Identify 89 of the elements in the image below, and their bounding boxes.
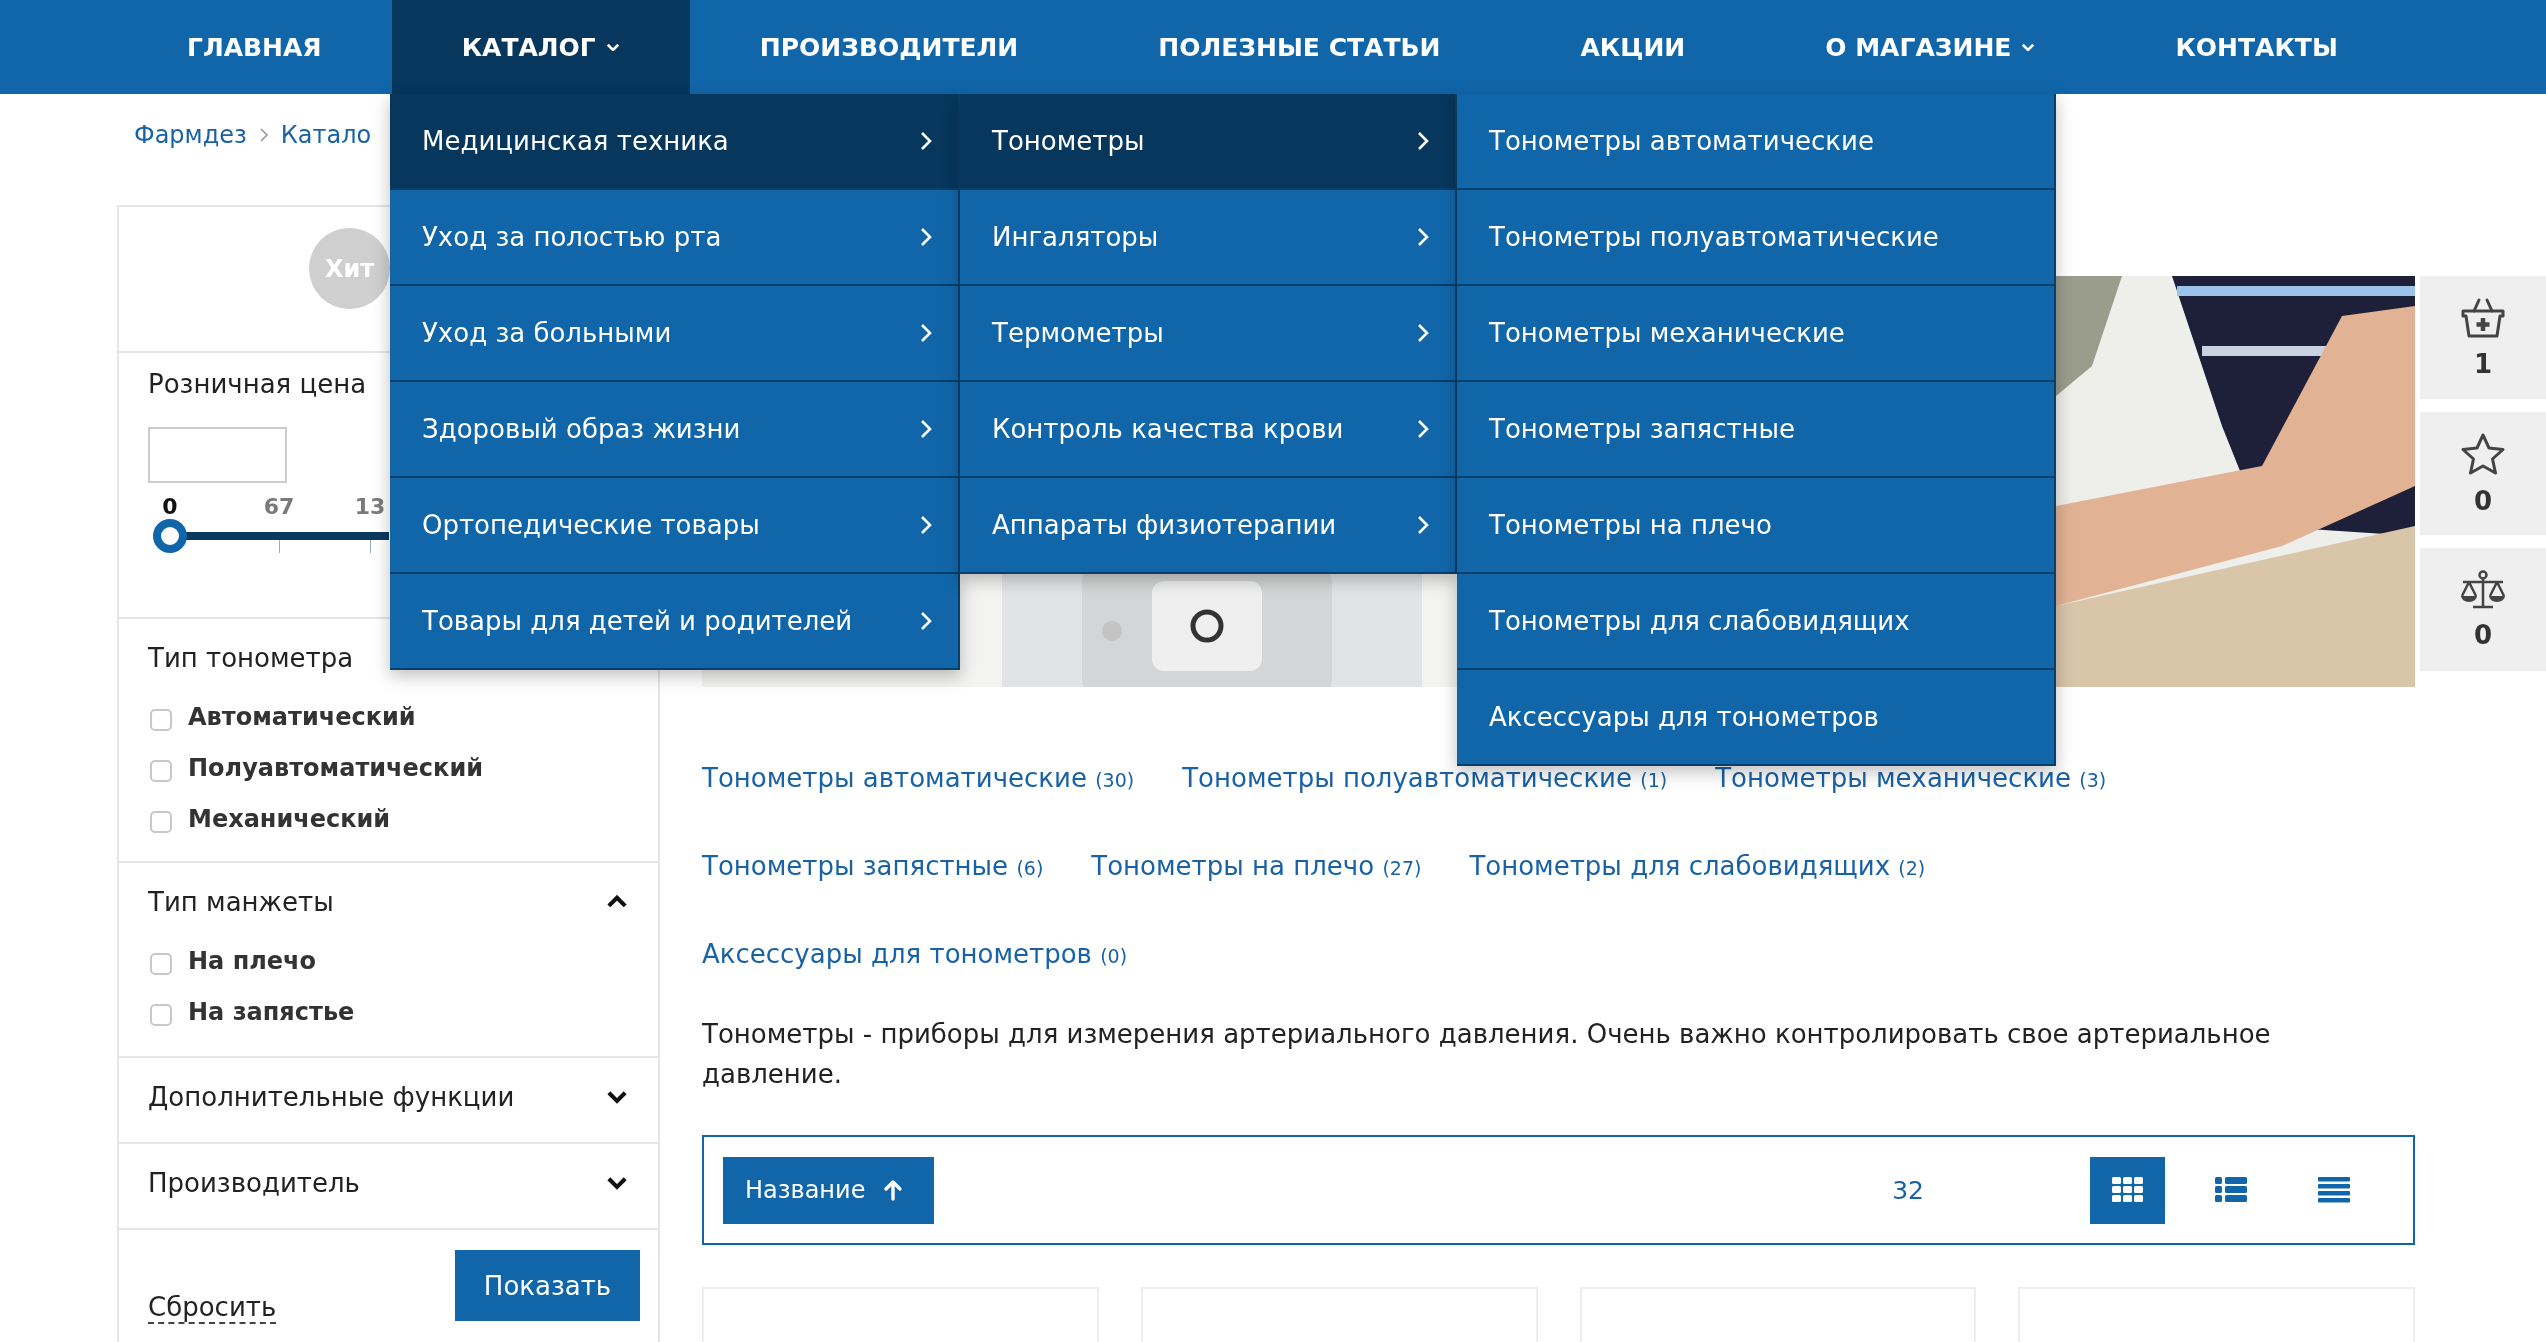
subcategory-link[interactable]: Тонометры автоматические (30) — [702, 763, 1135, 793]
chevron-icon — [920, 131, 932, 151]
checkbox[interactable] — [150, 708, 172, 731]
chevron-down-icon[interactable] — [606, 1176, 628, 1190]
subcategory-link[interactable]: Тонометры запястные (6) — [702, 851, 1044, 881]
menu-item[interactable]: Уход за полостью рта — [390, 190, 960, 286]
nav-item[interactable]: КАТАЛОГ — [391, 0, 690, 94]
chevron-icon — [1417, 323, 1429, 343]
chevron-up-icon[interactable] — [606, 895, 628, 909]
menu-item[interactable]: Медицинская техника — [390, 94, 960, 190]
chevron-icon — [920, 323, 932, 343]
subcategory-link[interactable]: Тонометры для слабовидящих (2) — [1469, 851, 1926, 881]
slider-tick-label: 13 — [354, 493, 386, 521]
nav-item[interactable]: ГЛАВНАЯ — [117, 0, 392, 94]
menu-item[interactable]: Аксессуары для тонометров — [1457, 670, 2056, 766]
subcategory-link[interactable]: Тонометры механические (3) — [1715, 763, 2107, 793]
menu-item[interactable]: Уход за больными — [390, 286, 960, 382]
grid-view-button[interactable] — [2090, 1156, 2165, 1224]
filter-title: Производитель — [148, 1167, 360, 1200]
menu-item[interactable]: Тонометры запястные — [1457, 382, 2056, 478]
checkbox-label[interactable]: Механический — [188, 804, 391, 833]
menu-item[interactable]: Контроль качества крови — [960, 382, 1457, 478]
chevron-icon — [1417, 419, 1429, 439]
slider-tick-label: 67 — [263, 493, 295, 521]
filter-title: Тип манжеты — [148, 886, 334, 919]
menu-item[interactable]: Ортопедические товары — [390, 478, 960, 574]
subcategory-link[interactable]: Тонометры полуавтоматические (1) — [1182, 763, 1668, 793]
filter-title: Тип тонометра — [148, 642, 354, 675]
menu-item[interactable]: Ингаляторы — [960, 190, 1457, 286]
sort-button[interactable]: Название — [723, 1156, 934, 1224]
widget-count: 1 — [2473, 348, 2493, 379]
menu-item[interactable]: Тонометры для слабовидящих — [1457, 574, 2056, 670]
chevron-icon — [920, 419, 932, 439]
chevron-icon — [920, 515, 932, 535]
chevron-down-icon[interactable] — [606, 1090, 628, 1104]
reset-link[interactable]: Сбросить — [148, 1292, 277, 1324]
checkbox-label[interactable]: Полуавтоматический — [188, 753, 484, 782]
breadcrumb-link[interactable]: Катало — [280, 120, 372, 149]
breadcrumb-link[interactable]: Фармдез — [134, 120, 247, 149]
checkbox[interactable] — [150, 759, 172, 782]
widget-count: 0 — [2473, 619, 2493, 650]
checkbox-label[interactable]: На запястье — [188, 997, 355, 1026]
nav-item[interactable]: ПРОИЗВОДИТЕЛИ — [689, 0, 1089, 94]
nav-item[interactable]: ПОЛЕЗНЫЕ СТАТЬИ — [1088, 0, 1511, 94]
slider-thumb[interactable] — [153, 519, 187, 553]
arrow-up-icon — [883, 1179, 904, 1201]
menu-item[interactable]: Аппараты физиотерапии — [960, 478, 1457, 574]
subcategory-link[interactable]: Тонометры на плечо (27) — [1091, 851, 1422, 881]
checkbox[interactable] — [150, 810, 172, 833]
price-input[interactable] — [148, 427, 287, 483]
list-icon — [2214, 1177, 2247, 1203]
lines-icon — [2317, 1177, 2350, 1203]
scales-icon — [2459, 569, 2507, 610]
nav-item[interactable]: О МАГАЗИНЕ — [1755, 0, 2106, 94]
filter-title: Розничная цена — [148, 368, 368, 401]
widget-count: 0 — [2473, 485, 2493, 516]
menu-item[interactable]: Тонометры полуавтоматические — [1457, 190, 2056, 286]
basket-plus-icon — [2460, 296, 2506, 339]
star-icon — [2460, 431, 2506, 476]
chevron-icon — [258, 126, 269, 143]
menu-item[interactable]: Тонометры — [960, 94, 1457, 190]
menu-item[interactable]: Термометры — [960, 286, 1457, 382]
price-slider[interactable] — [153, 519, 389, 553]
widget-tile[interactable]: 0 — [2420, 412, 2546, 535]
grid-icon — [2111, 1177, 2144, 1203]
checkbox-label[interactable]: Автоматический — [188, 702, 416, 731]
nav-item[interactable]: АКЦИИ — [1510, 0, 1756, 94]
nav-item[interactable]: КОНТАКТЫ — [2105, 0, 2408, 94]
category-description: Тонометры - приборы для измерения артериального давления. Очень важно контролировать свое артериальное давление. — [702, 1018, 2272, 1091]
checkbox[interactable] — [150, 952, 172, 975]
chevron-icon — [920, 611, 932, 631]
show-button[interactable]: Показать — [455, 1250, 640, 1321]
subcategory-link[interactable]: Аксессуары для тонометров (0) — [702, 939, 1128, 969]
checkbox-label[interactable]: На плечо — [188, 946, 317, 975]
widget-tile[interactable]: 1 — [2420, 276, 2546, 399]
menu-item[interactable]: Тонометры механические — [1457, 286, 2056, 382]
chevron-icon — [1417, 227, 1429, 247]
menu-item[interactable]: Здоровый образ жизни — [390, 382, 960, 478]
menu-item[interactable]: Товары для детей и родителей — [390, 574, 960, 670]
filter-title: Дополнительные функции — [148, 1081, 515, 1114]
checkbox[interactable] — [150, 1003, 172, 1026]
per-page-count[interactable]: 32 — [1892, 1175, 1924, 1205]
chevron-icon — [1417, 131, 1429, 151]
menu-item[interactable]: Тонометры автоматические — [1457, 94, 2056, 190]
chevron-icon — [1417, 515, 1429, 535]
chevron-icon — [920, 227, 932, 247]
slider-tick-label: 0 — [162, 493, 178, 521]
widget-tile[interactable]: 0 — [2420, 548, 2546, 671]
menu-item[interactable]: Тонометры на плечо — [1457, 478, 2056, 574]
